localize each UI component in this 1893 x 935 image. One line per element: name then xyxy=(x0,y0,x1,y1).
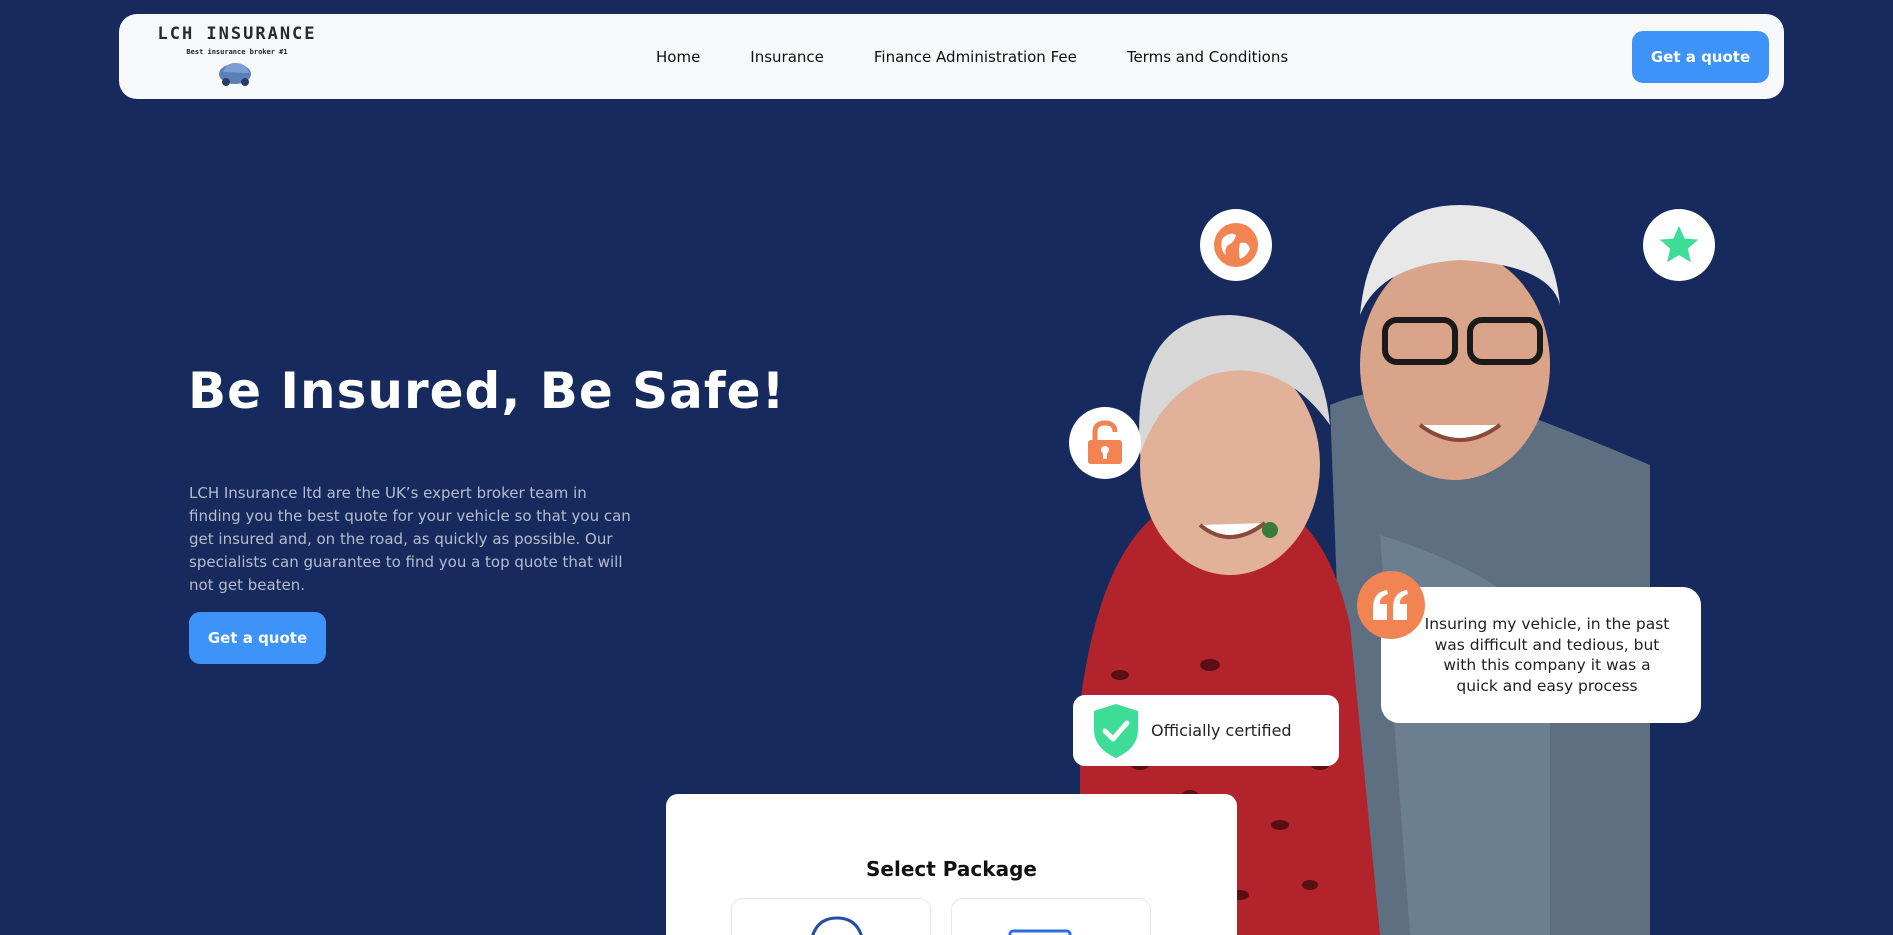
star-badge xyxy=(1643,209,1715,281)
brand-tagline: Best insurance broker #1 xyxy=(186,48,288,56)
globe-icon xyxy=(1214,223,1258,267)
hero-description: LCH Insurance ltd are the UK’s expert br… xyxy=(189,484,631,594)
main-nav: Home Insurance Finance Administration Fe… xyxy=(656,14,1338,99)
brand-name: LCH INSURANCE xyxy=(157,24,317,44)
package-option-2[interactable] xyxy=(951,898,1151,935)
nav-home[interactable]: Home xyxy=(656,48,700,66)
brand-logo[interactable]: LCH INSURANCE Best insurance broker #1 xyxy=(145,22,329,88)
certified-badge: Officially certified xyxy=(1073,695,1339,766)
nav-finance-admin-fee[interactable]: Finance Administration Fee xyxy=(874,48,1077,66)
package-option-1-icon xyxy=(811,916,863,935)
quote-badge xyxy=(1357,571,1425,639)
select-package-title: Select Package xyxy=(866,857,1037,881)
star-icon xyxy=(1659,225,1699,263)
testimonial-text: Insuring my vehicle, in the past was dif… xyxy=(1424,615,1670,695)
top-navbar: LCH INSURANCE Best insurance broker #1 H… xyxy=(119,14,1784,99)
testimonial-card: Insuring my vehicle, in the past was dif… xyxy=(1381,587,1701,723)
lock-icon xyxy=(1088,420,1122,464)
nav-insurance[interactable]: Insurance xyxy=(750,48,824,66)
hero-title: Be Insured, Be Safe! xyxy=(188,362,786,420)
shield-check-icon xyxy=(1094,703,1138,758)
select-package-card: Select Package xyxy=(666,794,1237,935)
package-option-1[interactable] xyxy=(731,898,931,935)
get-quote-button-nav[interactable]: Get a quote xyxy=(1632,31,1769,83)
nav-terms[interactable]: Terms and Conditions xyxy=(1127,48,1288,66)
lock-badge xyxy=(1069,407,1141,479)
quote-icon xyxy=(1373,590,1408,620)
globe-badge xyxy=(1200,209,1272,281)
car-icon xyxy=(219,62,251,86)
package-option-2-icon xyxy=(1008,929,1072,935)
get-quote-button-hero[interactable]: Get a quote xyxy=(189,612,326,664)
certified-label: Officially certified xyxy=(1151,721,1292,740)
